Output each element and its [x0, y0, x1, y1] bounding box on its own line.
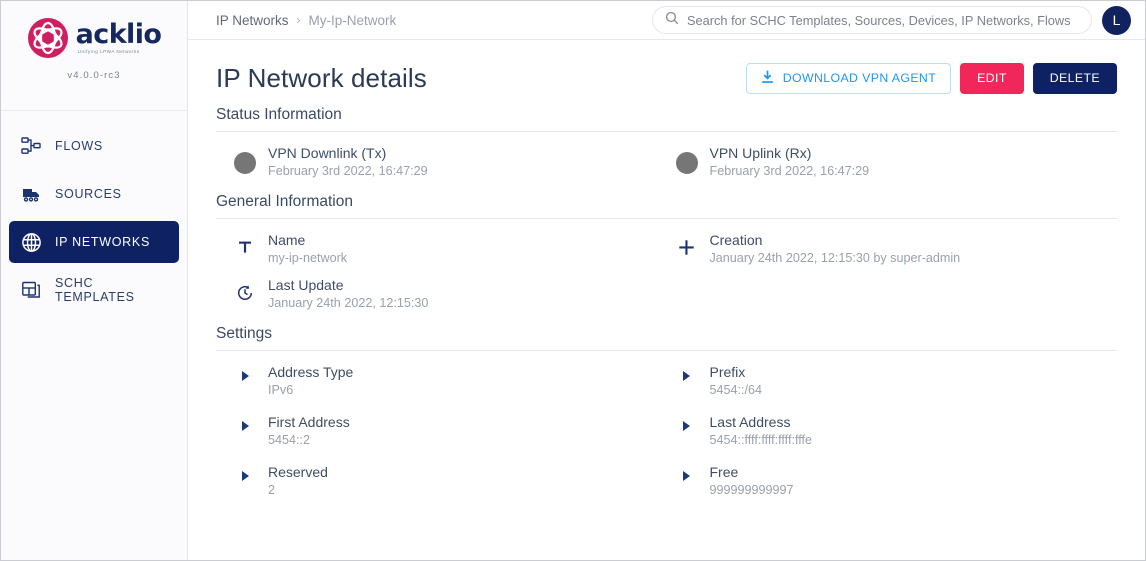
settings-item-first-address: First Address 5454::2 [234, 411, 676, 461]
caret-right-icon [234, 414, 256, 431]
delete-button[interactable]: DELETE [1032, 62, 1117, 94]
app-version: v4.0.0-rc3 [67, 70, 121, 81]
page-header: IP Network details DOWNLOAD VPN AGENT ED… [216, 56, 1117, 100]
sidebar-item-flows[interactable]: FLOWS [9, 125, 179, 167]
settings-item-value: 999999999997 [709, 483, 794, 497]
settings-item-last-address: Last Address 5454::ffff:ffff:ffff:fffe [676, 411, 1118, 461]
avatar[interactable]: L [1102, 5, 1131, 35]
sidebar-item-label: SOURCES [55, 187, 122, 201]
sidebar-item-label: SCHC TEMPLATES [55, 276, 135, 304]
settings-item-value: 5454::/64 [709, 383, 763, 397]
settings-item-prefix: Prefix 5454::/64 [676, 361, 1118, 411]
brand-name: acklio [75, 19, 162, 51]
status-item-label: VPN Downlink (Tx) [268, 145, 387, 161]
plus-icon [676, 232, 698, 256]
settings-section-title: Settings [216, 325, 273, 342]
settings-item-label: Last Address [709, 414, 791, 430]
main-area: IP Networks › My-Ip-Network L [188, 1, 1145, 560]
caret-right-icon [676, 414, 698, 431]
schc-templates-icon [20, 279, 42, 301]
settings-item-label: Free [709, 464, 739, 480]
page-title: IP Network details [216, 62, 427, 93]
general-info-grid: Name my-ip-network Creation January 24th… [216, 219, 1117, 319]
history-clock-icon [234, 277, 256, 302]
page-content: IP Network details DOWNLOAD VPN AGENT ED… [188, 40, 1145, 560]
download-icon [761, 70, 774, 87]
general-item-label: Creation [709, 232, 763, 248]
settings-item-label: Prefix [709, 364, 746, 380]
settings-item-value: 5454::2 [268, 433, 311, 447]
general-item-last-update: Last Update January 24th 2022, 12:15:30 [234, 274, 676, 319]
caret-right-icon [676, 364, 698, 381]
general-item-label: Last Update [268, 277, 344, 293]
sidebar-item-ip-networks[interactable]: IP NETWORKS [9, 221, 179, 263]
search-icon [665, 11, 679, 30]
topbar-right: L [652, 5, 1131, 35]
settings-item-value: 2 [268, 483, 276, 497]
status-item-vpn-uplink: VPN Uplink (Rx) February 3rd 2022, 16:47… [675, 142, 1118, 187]
breadcrumb-separator-icon: › [296, 13, 301, 27]
settings-item-value: IPv6 [268, 383, 294, 397]
logo: acklio Unifying LPWA Networks [27, 17, 162, 59]
sidebar: acklio Unifying LPWA Networks v4.0.0-rc3 [1, 1, 188, 560]
status-item-label: VPN Uplink (Rx) [709, 145, 812, 161]
sources-icon [20, 183, 42, 205]
globe-icon [20, 231, 42, 253]
status-dot-icon [675, 145, 698, 174]
settings-grid: Address Type IPv6 Prefix 5454::/64 First… [216, 351, 1117, 511]
download-vpn-agent-label: DOWNLOAD VPN AGENT [782, 71, 937, 85]
caret-right-icon [234, 464, 256, 481]
text-t-icon [234, 232, 256, 255]
sidebar-nav: FLOWS SOURCES IP NETWORKS SCHC TEMPLATES [1, 111, 187, 311]
general-section-title: General Information [216, 193, 353, 210]
settings-item-address-type: Address Type IPv6 [234, 361, 676, 411]
download-vpn-agent-button[interactable]: DOWNLOAD VPN AGENT [745, 62, 952, 94]
status-item-value: February 3rd 2022, 16:47:29 [268, 164, 428, 178]
status-item-value: February 3rd 2022, 16:47:29 [709, 164, 870, 178]
sidebar-item-label: FLOWS [55, 139, 103, 153]
topbar: IP Networks › My-Ip-Network L [188, 1, 1145, 40]
acklio-logo-icon [27, 17, 69, 59]
general-item-value: January 24th 2022, 12:15:30 by super-adm… [709, 251, 961, 265]
flows-icon [20, 135, 42, 157]
settings-item-label: Address Type [268, 364, 354, 380]
edit-button[interactable]: EDIT [960, 62, 1024, 94]
breadcrumb-parent-link[interactable]: IP Networks [216, 13, 289, 28]
general-item-label: Name [268, 232, 306, 248]
status-section-title: Status Information [216, 106, 342, 123]
caret-right-icon [234, 364, 256, 381]
settings-item-free: Free 999999999997 [676, 461, 1118, 511]
general-item-value: my-ip-network [268, 251, 348, 265]
settings-item-value: 5454::ffff:ffff:ffff:fffe [709, 433, 813, 447]
breadcrumb-current: My-Ip-Network [308, 12, 397, 28]
brand-block: acklio Unifying LPWA Networks v4.0.0-rc3 [1, 1, 187, 111]
general-item-value: January 24th 2022, 12:15:30 [268, 296, 429, 310]
search-box[interactable] [652, 6, 1092, 34]
general-item-creation: Creation January 24th 2022, 12:15:30 by … [676, 229, 1118, 274]
sidebar-item-schc-templates[interactable]: SCHC TEMPLATES [9, 269, 179, 311]
sidebar-item-label: IP NETWORKS [55, 235, 150, 249]
sidebar-item-sources[interactable]: SOURCES [9, 173, 179, 215]
page-actions: DOWNLOAD VPN AGENT EDIT DELETE [745, 62, 1117, 94]
breadcrumb: IP Networks › My-Ip-Network [216, 13, 396, 28]
status-dot-icon [234, 145, 256, 174]
settings-item-reserved: Reserved 2 [234, 461, 676, 511]
search-input[interactable] [687, 12, 1079, 28]
general-item-name: Name my-ip-network [234, 229, 676, 274]
app-window: acklio Unifying LPWA Networks v4.0.0-rc3 [0, 0, 1146, 561]
status-info-grid: VPN Downlink (Tx) February 3rd 2022, 16:… [216, 132, 1117, 187]
caret-right-icon [676, 464, 698, 481]
brand-tagline: Unifying LPWA Networks [77, 49, 140, 55]
settings-item-label: Reserved [268, 464, 328, 480]
settings-item-label: First Address [268, 414, 350, 430]
status-item-vpn-downlink: VPN Downlink (Tx) February 3rd 2022, 16:… [234, 142, 676, 187]
